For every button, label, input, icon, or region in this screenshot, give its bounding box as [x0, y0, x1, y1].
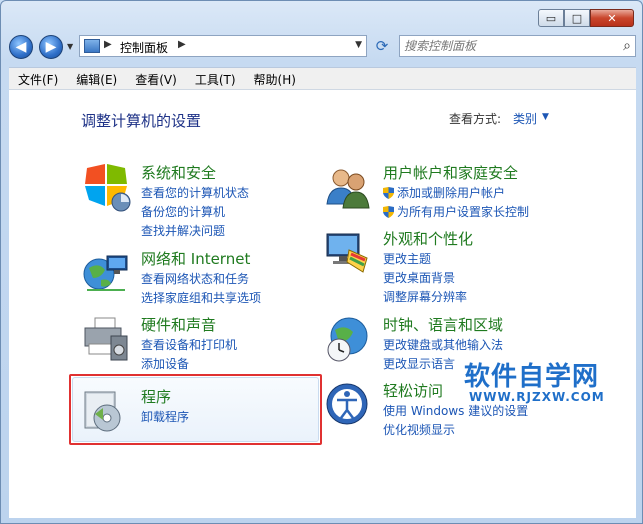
- link-change-theme[interactable]: 更改主题: [383, 250, 467, 269]
- category-title[interactable]: 硬件和声音: [141, 314, 216, 335]
- category-title[interactable]: 外观和个性化: [383, 228, 473, 249]
- network-globe-icon: [83, 255, 128, 291]
- view-by-chevron-icon[interactable]: ▼: [542, 112, 549, 122]
- link-windows-suggested-settings[interactable]: 使用 Windows 建议的设置: [383, 402, 528, 421]
- link-label[interactable]: 为所有用户设置家长控制: [397, 205, 529, 219]
- maximize-button[interactable]: □: [564, 9, 590, 27]
- address-dropdown-icon[interactable]: ▼: [355, 40, 362, 50]
- link-add-remove-accounts[interactable]: 添加或删除用户帐户: [383, 184, 529, 203]
- programs-highlight-box: [69, 374, 322, 445]
- users-icon: [326, 169, 370, 209]
- category-links: 添加或删除用户帐户 为所有用户设置家长控制: [383, 184, 529, 222]
- link-add-device[interactable]: 添加设备: [141, 355, 237, 374]
- view-by-dropdown[interactable]: 类别: [513, 110, 537, 127]
- search-box[interactable]: ⌕: [399, 35, 636, 57]
- back-button[interactable]: ◀: [9, 35, 33, 59]
- refresh-icon[interactable]: ⟳: [371, 35, 393, 57]
- breadcrumb-chevron-icon[interactable]: ▶: [178, 39, 186, 50]
- category-title[interactable]: 系统和安全: [141, 162, 216, 183]
- link-change-background[interactable]: 更改桌面背景: [383, 269, 467, 288]
- content-area: 调整计算机的设置 查看方式: 类别 ▼ 系统和安全 查看您的计算机状态 备份您的…: [9, 89, 636, 518]
- menu-bar: 文件(F) 编辑(E) 查看(V) 工具(T) 帮助(H): [9, 67, 636, 90]
- link-parental-controls[interactable]: 为所有用户设置家长控制: [383, 203, 529, 222]
- category-title[interactable]: 网络和 Internet: [141, 248, 250, 269]
- category-links: 查看设备和打印机 添加设备: [141, 336, 237, 374]
- link-change-keyboard[interactable]: 更改键盘或其他输入法: [383, 336, 503, 355]
- link-devices-printers[interactable]: 查看设备和打印机: [141, 336, 237, 355]
- link-label[interactable]: 添加或删除用户帐户: [397, 186, 505, 200]
- search-icon[interactable]: ⌕: [623, 38, 631, 54]
- clock-globe-icon: [327, 317, 368, 362]
- link-view-computer-status[interactable]: 查看您的计算机状态: [141, 184, 249, 203]
- category-links: 更改主题 更改桌面背景 调整屏幕分辨率: [383, 250, 467, 307]
- category-title[interactable]: 时钟、语言和区域: [383, 314, 503, 335]
- printer-icon: [84, 317, 128, 361]
- minimize-button[interactable]: ▭: [538, 9, 564, 27]
- view-by-label: 查看方式:: [449, 112, 502, 126]
- watermark-url: WWW.RJZXW.COM: [469, 390, 605, 404]
- watermark-text: 软件自学网: [464, 362, 600, 392]
- address-bar[interactable]: ▶ 控制面板 ▶ ▼: [79, 35, 367, 57]
- search-input[interactable]: [404, 38, 604, 54]
- category-links: 使用 Windows 建议的设置 优化视频显示: [383, 402, 528, 440]
- category-links: 查看您的计算机状态 备份您的计算机 查找并解决问题: [141, 184, 249, 241]
- menu-view[interactable]: 查看(V): [126, 71, 186, 88]
- category-title[interactable]: 轻松访问: [383, 380, 443, 401]
- shield-system-icon: [85, 164, 131, 212]
- ease-of-access-icon: [326, 383, 368, 425]
- menu-help[interactable]: 帮助(H): [245, 71, 305, 88]
- close-button[interactable]: ✕: [590, 9, 634, 27]
- uac-shield-icon: [383, 187, 394, 199]
- monitor-palette-icon: [326, 233, 368, 273]
- link-backup-computer[interactable]: 备份您的计算机: [141, 203, 249, 222]
- category-title[interactable]: 用户帐户和家庭安全: [383, 162, 518, 183]
- link-optimize-video-display[interactable]: 优化视频显示: [383, 421, 528, 440]
- menu-file[interactable]: 文件(F): [9, 71, 67, 88]
- navigation-bar: ◀ ▶ ▼ ▶ 控制面板 ▶ ▼ ⟳ ⌕: [9, 33, 636, 61]
- breadcrumb-separator-icon[interactable]: ▶: [104, 39, 112, 50]
- link-screen-resolution[interactable]: 调整屏幕分辨率: [383, 288, 467, 307]
- menu-edit[interactable]: 编辑(E): [67, 71, 126, 88]
- link-network-status[interactable]: 查看网络状态和任务: [141, 270, 261, 289]
- control-panel-icon: [84, 39, 100, 53]
- recent-pages-dropdown-icon[interactable]: ▼: [67, 42, 73, 51]
- menu-tools[interactable]: 工具(T): [186, 71, 245, 88]
- link-homegroup-sharing[interactable]: 选择家庭组和共享选项: [141, 289, 261, 308]
- uac-shield-icon: [383, 206, 394, 218]
- window-controls: ▭ □ ✕: [538, 9, 634, 27]
- page-title: 调整计算机的设置: [81, 112, 202, 130]
- forward-button[interactable]: ▶: [39, 35, 63, 59]
- control-panel-window: ▭ □ ✕ ◀ ▶ ▼ ▶ 控制面板 ▶ ▼ ⟳ ⌕ 文件(F) 编辑(E) 查…: [0, 0, 643, 524]
- breadcrumb-control-panel[interactable]: 控制面板: [120, 39, 168, 56]
- category-links: 查看网络状态和任务 选择家庭组和共享选项: [141, 270, 261, 308]
- link-find-fix-problems[interactable]: 查找并解决问题: [141, 222, 249, 241]
